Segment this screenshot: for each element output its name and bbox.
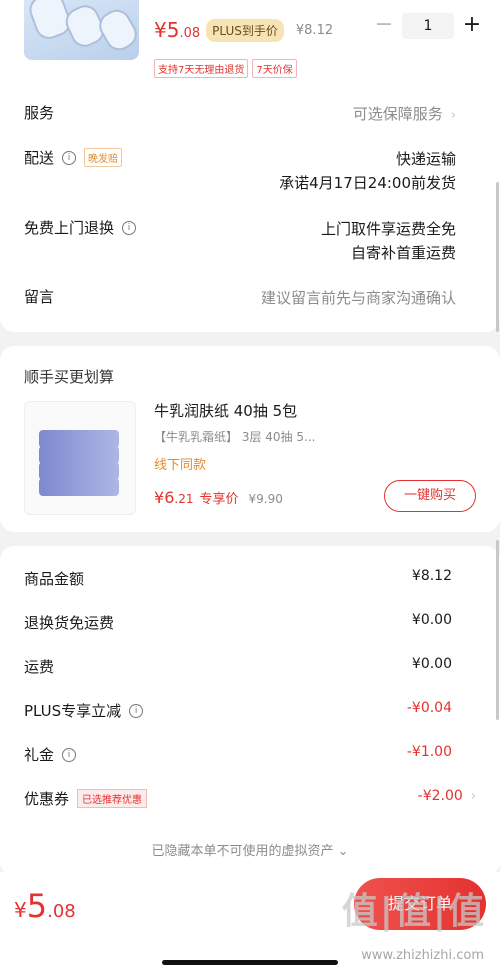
decrease-button[interactable]: − bbox=[372, 14, 396, 38]
service-label: 服务 bbox=[24, 104, 55, 122]
upsell-product-image[interactable] bbox=[24, 401, 136, 515]
upsell-card: 顺手买更划算 牛乳润肤纸 40抽 5包 【牛乳乳霜纸】 3层 40抽 5... … bbox=[0, 346, 500, 532]
product-price: ¥5.08 bbox=[154, 18, 201, 42]
free-return-value: 上门取件享运费全免 自寄补首重运费 bbox=[321, 217, 456, 265]
summary-row-goods: 商品金额 ¥8.12 bbox=[24, 568, 452, 592]
upsell-product-desc: 【牛乳乳霜纸】 3层 40抽 5... bbox=[154, 430, 316, 444]
original-price: ¥8.12 bbox=[295, 22, 334, 38]
price-protect-tag: 7天价保 bbox=[252, 59, 297, 78]
summary-label-group: PLUS专享立减 i bbox=[24, 700, 144, 721]
summary-label: 礼金 bbox=[24, 746, 55, 764]
upsell-original-price: ¥9.90 bbox=[248, 492, 283, 506]
quantity-input[interactable]: 1 bbox=[402, 13, 454, 39]
total-price: ¥5.08 bbox=[14, 887, 76, 925]
upsell-offline-tag: 线下同款 bbox=[154, 458, 207, 473]
tissue-pack-shape bbox=[39, 478, 119, 496]
upsell-title: 顺手买更划算 bbox=[24, 368, 115, 386]
summary-row-shipping: 运费 ¥0.00 bbox=[24, 656, 452, 680]
scrollbar[interactable] bbox=[496, 540, 499, 720]
scrollbar[interactable] bbox=[496, 182, 499, 332]
summary-row-plus-discount: PLUS专享立减 i -¥0.04 bbox=[24, 700, 452, 724]
info-icon[interactable]: i bbox=[122, 220, 137, 235]
summary-value: ¥0.00 bbox=[411, 656, 452, 672]
summary-value: ¥0.00 bbox=[411, 612, 452, 628]
summary-label: 优惠券 bbox=[24, 790, 70, 808]
delivery-label-group: 配送 i 晚发赔 bbox=[24, 147, 123, 168]
order-summary-card: 商品金额 ¥8.12 退换货免运费 ¥0.00 运费 ¥0.00 PLUS专享立… bbox=[0, 546, 500, 876]
late-delivery-tag: 晚发赔 bbox=[84, 148, 123, 167]
free-return-label-group: 免费上门退换 i bbox=[24, 217, 137, 238]
free-return-line2: 自寄补首重运费 bbox=[350, 244, 456, 262]
watermark-url: www.zhizhizhi.com bbox=[361, 948, 484, 963]
chevron-right-icon: › bbox=[470, 789, 476, 804]
sock-shape bbox=[94, 4, 139, 56]
free-return-label: 免费上门退换 bbox=[24, 219, 115, 237]
info-icon[interactable]: i bbox=[62, 747, 77, 762]
watermark-logo: 值|值|值 bbox=[341, 891, 486, 932]
message-input[interactable]: 建议留言前先与商家沟通确认 bbox=[261, 286, 456, 310]
upsell-product-name[interactable]: 牛乳润肤纸 40抽 5包 bbox=[154, 400, 297, 421]
hidden-assets-toggle[interactable]: 已隐藏本单不可使用的虚拟资产 ⌄ bbox=[0, 840, 500, 859]
product-price-line: ¥5.08 PLUS到手价 ¥8.12 bbox=[154, 18, 333, 42]
product-tags: 支持7天无理由退货 7天价保 bbox=[154, 59, 301, 78]
summary-label: 商品金额 bbox=[24, 570, 85, 588]
summary-label: 运费 bbox=[24, 658, 55, 676]
return-policy-tag: 支持7天无理由退货 bbox=[154, 59, 249, 78]
message-row[interactable]: 留言 建议留言前先与商家沟通确认 bbox=[24, 286, 456, 310]
delivery-promise: 承诺4月17日24:00前发货 bbox=[279, 174, 456, 192]
summary-value: -¥1.00 bbox=[406, 744, 452, 760]
free-return-row: 免费上门退换 i 上门取件享运费全免 自寄补首重运费 bbox=[24, 217, 456, 267]
summary-row-coupon[interactable]: 优惠券 已选推荐优惠 -¥2.00 › bbox=[24, 788, 476, 812]
summary-label: PLUS专享立减 bbox=[24, 702, 122, 720]
info-icon[interactable]: i bbox=[129, 703, 144, 718]
service-row[interactable]: 服务 可选保障服务 › bbox=[24, 102, 456, 126]
message-label: 留言 bbox=[24, 288, 55, 306]
delivery-method: 快递运输 bbox=[395, 150, 456, 168]
exclusive-price-label: 专享价 bbox=[199, 492, 239, 507]
upsell-price: ¥6.21 bbox=[154, 488, 194, 507]
chevron-right-icon: › bbox=[450, 108, 456, 123]
one-click-buy-button[interactable]: 一键购买 bbox=[384, 480, 476, 512]
summary-value: ¥8.12 bbox=[411, 568, 452, 584]
summary-row-return-shipping: 退换货免运费 ¥0.00 bbox=[24, 612, 452, 636]
summary-label-group: 优惠券 已选推荐优惠 bbox=[24, 788, 148, 809]
product-thumbnail[interactable] bbox=[24, 0, 139, 60]
summary-row-gift: 礼金 i -¥1.00 bbox=[24, 744, 452, 768]
summary-value: -¥0.04 bbox=[406, 700, 452, 716]
delivery-value: 快递运输 承诺4月17日24:00前发货 bbox=[279, 147, 456, 195]
delivery-row: 配送 i 晚发赔 快递运输 承诺4月17日24:00前发货 bbox=[24, 147, 456, 197]
service-value: 可选保障服务 › bbox=[352, 105, 456, 123]
quantity-stepper: − 1 + bbox=[372, 13, 484, 39]
free-return-line1: 上门取件享运费全免 bbox=[320, 220, 456, 238]
coupon-recommend-tag: 已选推荐优惠 bbox=[77, 789, 148, 808]
summary-value: -¥2.00 › bbox=[417, 788, 476, 804]
summary-label-group: 礼金 i bbox=[24, 744, 77, 765]
order-info-card: ¥5.08 PLUS到手价 ¥8.12 − 1 + 支持7天无理由退货 7天价保… bbox=[0, 0, 500, 332]
upsell-price-line: ¥6.21 专享价 ¥9.90 bbox=[154, 488, 283, 507]
summary-label: 退换货免运费 bbox=[24, 614, 115, 632]
delivery-label: 配送 bbox=[24, 149, 55, 167]
plus-price-badge: PLUS到手价 bbox=[206, 18, 284, 42]
increase-button[interactable]: + bbox=[460, 14, 484, 38]
info-icon[interactable]: i bbox=[62, 150, 77, 165]
home-indicator bbox=[162, 960, 338, 965]
